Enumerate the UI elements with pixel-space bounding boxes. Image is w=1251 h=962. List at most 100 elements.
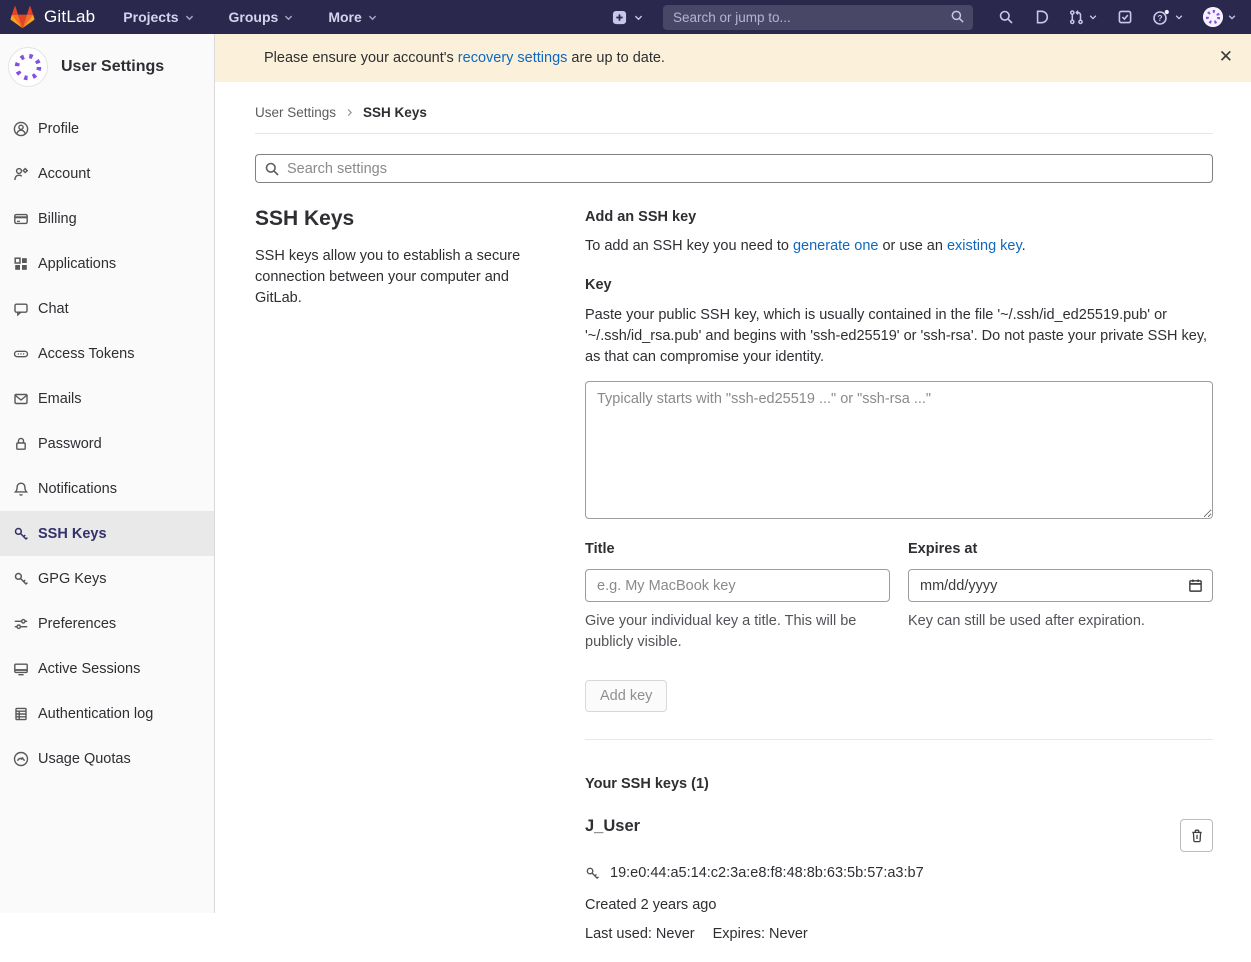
sidebar-item-account[interactable]: Account [0,151,214,196]
ssh-key-item: J_User 19:e0:44:a5:14:c2:3a:e8 [585,817,1213,942]
chevron-right-icon [345,108,354,117]
sidebar-item-active-sessions[interactable]: Active Sessions [0,646,214,691]
sidebar-item-ssh-keys[interactable]: SSH Keys [0,511,214,556]
sidebar-header: User Settings [0,34,214,100]
sidebar-item-billing[interactable]: Billing [0,196,214,241]
breadcrumb-current: SSH Keys [363,105,427,120]
token-icon [13,346,29,362]
trash-icon [1189,828,1205,844]
chevron-down-icon [1227,12,1237,22]
sidebar-item-applications[interactable]: Applications [0,241,214,286]
user-menu-button[interactable] [1203,7,1237,27]
ssh-key-name: J_User [585,817,640,836]
sidebar-item-access-tokens[interactable]: Access Tokens [0,331,214,376]
email-icon [13,391,29,407]
sliders-icon [13,616,29,632]
existing-key-link[interactable]: existing key [947,238,1022,254]
ssh-keys-section: SSH Keys SSH keys allow you to establish… [255,207,1213,942]
key-field-help: Paste your public SSH key, which is usua… [585,305,1213,368]
issues-icon [1033,9,1049,25]
chevron-down-icon [1174,12,1184,22]
settings-search-input[interactable] [255,154,1213,183]
chevron-down-icon [283,12,294,23]
section-description: SSH Keys SSH keys allow you to establish… [255,207,585,942]
billing-icon [13,211,29,227]
main-content: Please ensure your account's recovery se… [215,34,1251,913]
issues-button[interactable] [1033,9,1049,25]
title-field: Title Give your individual key a title. … [585,541,890,653]
sidebar-title: User Settings [61,58,164,76]
alert-banner: Please ensure your account's recovery se… [215,34,1251,82]
sidebar-item-preferences[interactable]: Preferences [0,601,214,646]
applications-icon [13,256,29,272]
chevron-down-icon [1088,12,1098,22]
gitlab-logo[interactable]: GitLab [10,5,95,29]
section-divider [585,739,1213,740]
search-icon [998,9,1014,25]
settings-sidebar: User Settings Profile Account Billing Ap… [0,34,215,913]
sidebar-item-emails[interactable]: Emails [0,376,214,421]
chat-icon [13,301,29,317]
sidebar-item-usage-quotas[interactable]: Usage Quotas [0,736,214,781]
page-container: User Settings SSH Keys SSH Keys SSH keys… [215,82,1251,962]
merge-requests-button[interactable] [1068,9,1098,25]
monitor-icon [13,661,29,677]
user-avatar [1203,7,1223,27]
bell-icon [13,481,29,497]
nav-projects[interactable]: Projects [123,9,194,25]
sidebar-item-chat[interactable]: Chat [0,286,214,331]
add-ssh-key-title: Add an SSH key [585,209,1213,225]
top-navbar: GitLab Projects Groups More [0,0,1251,34]
close-icon[interactable]: ✕ [1215,44,1237,69]
generate-one-link[interactable]: generate one [793,238,878,254]
breadcrumb: User Settings SSH Keys [255,94,1213,134]
chevron-down-icon [633,12,644,23]
new-menu-button[interactable] [612,10,644,25]
navbar-search [663,5,973,30]
date-placeholder: mm/dd/yyyy [920,578,997,594]
section-body: Add an SSH key To add an SSH key you nee… [585,207,1213,942]
sidebar-item-notifications[interactable]: Notifications [0,466,214,511]
search-icon [950,9,965,24]
sidebar-nav: Profile Account Billing Applications Cha… [0,106,214,781]
log-icon [13,706,29,722]
gauge-icon [13,751,29,767]
expires-at-input[interactable]: mm/dd/yyyy [908,569,1213,602]
calendar-icon[interactable] [1188,578,1203,593]
key-expires: Expires: Never [713,926,808,942]
chevron-down-icon [367,12,378,23]
key-fingerprint: 19:e0:44:a5:14:c2:3a:e8:f8:48:8b:63:5b:5… [610,865,924,881]
nav-more[interactable]: More [328,9,377,25]
page-title: SSH Keys [255,207,555,231]
key-title-input[interactable] [585,569,890,602]
key-icon [13,571,29,587]
chevron-down-icon [184,12,195,23]
ssh-key-textarea[interactable] [585,381,1213,519]
navbar-right: ? [612,5,1237,30]
your-ssh-keys-heading: Your SSH keys (1) [585,776,1213,792]
expires-field-hint: Key can still be used after expiration. [908,611,1213,632]
todos-button[interactable] [1117,9,1133,25]
recovery-settings-link[interactable]: recovery settings [458,50,568,66]
help-button[interactable]: ? [1152,9,1184,26]
sidebar-item-password[interactable]: Password [0,421,214,466]
title-expires-row: Title Give your individual key a title. … [585,541,1213,653]
nav-groups[interactable]: Groups [229,9,295,25]
key-field-label: Key [585,277,1213,293]
key-icon [585,866,600,881]
delete-key-button[interactable] [1180,819,1213,852]
key-created: Created 2 years ago [585,897,1213,913]
expires-field: Expires at mm/dd/yyyy Key can still be u… [908,541,1213,653]
key-icon [13,526,29,542]
sidebar-item-profile[interactable]: Profile [0,106,214,151]
global-search-button[interactable] [998,9,1014,25]
main-nav: Projects Groups More [123,9,377,25]
section-description-text: SSH keys allow you to establish a secure… [255,246,555,309]
breadcrumb-user-settings[interactable]: User Settings [255,105,336,120]
lock-icon [13,436,29,452]
sidebar-item-gpg-keys[interactable]: GPG Keys [0,556,214,601]
alert-text: Please ensure your account's [264,50,458,66]
navbar-search-input[interactable] [663,5,973,30]
sidebar-item-authentication-log[interactable]: Authentication log [0,691,214,736]
add-key-button[interactable]: Add key [585,680,667,712]
